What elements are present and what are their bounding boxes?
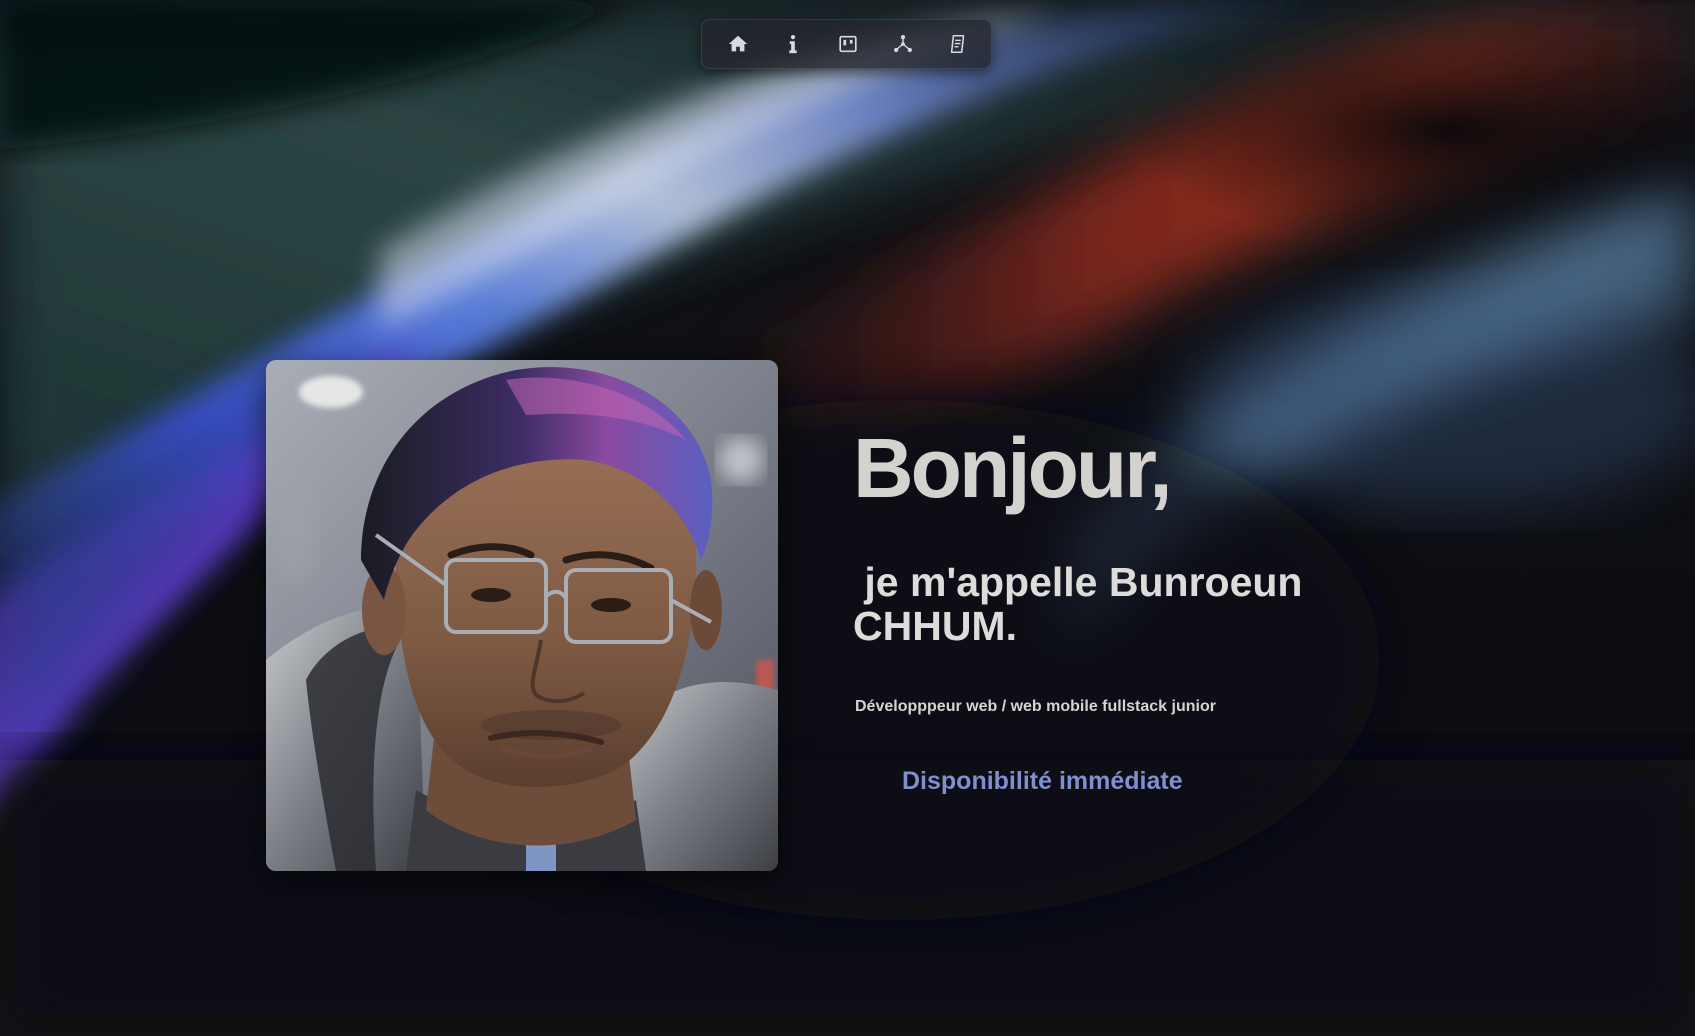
home-icon <box>728 35 748 52</box>
nav-document-button[interactable] <box>945 31 971 57</box>
nav-network-button[interactable] <box>890 31 916 57</box>
greeting-heading: Bonjour, <box>853 421 1173 515</box>
nav-home-button[interactable] <box>725 31 751 57</box>
abstract-background <box>0 0 1695 1036</box>
name-heading: je m'appelle Bunroeun CHHUM. <box>853 559 1314 649</box>
profile-photo <box>266 360 778 871</box>
nav-portfolio-button[interactable] <box>835 31 861 57</box>
info-icon <box>789 35 797 54</box>
document-icon <box>950 34 965 54</box>
page: Bonjour, je m'appelle Bunroeun CHHUM. Dé… <box>0 0 1695 1036</box>
network-icon <box>894 35 912 53</box>
top-navbar <box>701 19 992 69</box>
portfolio-icon <box>839 35 857 53</box>
nav-info-button[interactable] <box>780 31 806 57</box>
role-subtitle: Développpeur web / web mobile fullstack … <box>855 698 1216 715</box>
availability-label: Disponibilité immédiate <box>902 767 1183 795</box>
